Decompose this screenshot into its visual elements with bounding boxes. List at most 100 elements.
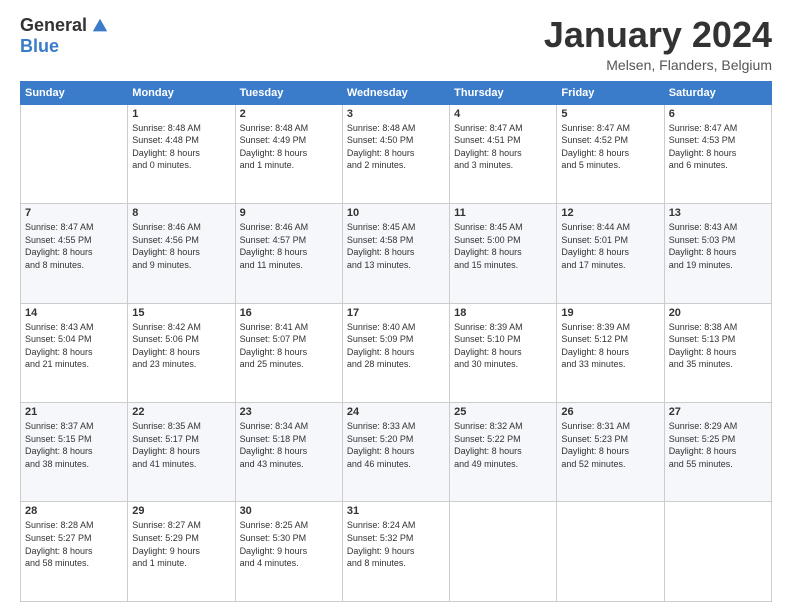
day-number: 25 [454,406,552,418]
logo-blue: Blue [20,36,59,57]
day-number: 13 [669,207,767,219]
day-info: Sunrise: 8:48 AM Sunset: 4:50 PM Dayligh… [347,122,445,172]
day-info: Sunrise: 8:25 AM Sunset: 5:30 PM Dayligh… [240,519,338,569]
day-header-saturday: Saturday [664,81,771,104]
day-info: Sunrise: 8:43 AM Sunset: 5:04 PM Dayligh… [25,321,123,371]
day-number: 4 [454,108,552,120]
calendar-cell: 3 Sunrise: 8:48 AM Sunset: 4:50 PM Daylig… [342,104,449,203]
calendar-cell: 25 Sunrise: 8:32 AM Sunset: 5:22 PM Dayli… [450,403,557,502]
day-number: 8 [132,207,230,219]
calendar-cell: 7 Sunrise: 8:47 AM Sunset: 4:55 PM Daylig… [21,204,128,303]
day-info: Sunrise: 8:40 AM Sunset: 5:09 PM Dayligh… [347,321,445,371]
day-number: 31 [347,505,445,517]
calendar-cell: 9 Sunrise: 8:46 AM Sunset: 4:57 PM Daylig… [235,204,342,303]
day-info: Sunrise: 8:35 AM Sunset: 5:17 PM Dayligh… [132,420,230,470]
day-info: Sunrise: 8:47 AM Sunset: 4:55 PM Dayligh… [25,221,123,271]
calendar-week-3: 14 Sunrise: 8:43 AM Sunset: 5:04 PM Dayli… [21,303,772,402]
header: General Blue January 2024 Melsen, Flande… [20,15,772,73]
day-info: Sunrise: 8:47 AM Sunset: 4:53 PM Dayligh… [669,122,767,172]
calendar-cell: 23 Sunrise: 8:34 AM Sunset: 5:18 PM Dayli… [235,403,342,502]
day-info: Sunrise: 8:34 AM Sunset: 5:18 PM Dayligh… [240,420,338,470]
day-info: Sunrise: 8:41 AM Sunset: 5:07 PM Dayligh… [240,321,338,371]
calendar-table: SundayMondayTuesdayWednesdayThursdayFrid… [20,81,772,602]
calendar-cell: 10 Sunrise: 8:45 AM Sunset: 4:58 PM Dayli… [342,204,449,303]
day-info: Sunrise: 8:45 AM Sunset: 4:58 PM Dayligh… [347,221,445,271]
day-number: 22 [132,406,230,418]
calendar-cell: 28 Sunrise: 8:28 AM Sunset: 5:27 PM Dayli… [21,502,128,602]
calendar-cell: 2 Sunrise: 8:48 AM Sunset: 4:49 PM Daylig… [235,104,342,203]
day-info: Sunrise: 8:45 AM Sunset: 5:00 PM Dayligh… [454,221,552,271]
day-info: Sunrise: 8:48 AM Sunset: 4:48 PM Dayligh… [132,122,230,172]
day-info: Sunrise: 8:46 AM Sunset: 4:57 PM Dayligh… [240,221,338,271]
day-info: Sunrise: 8:28 AM Sunset: 5:27 PM Dayligh… [25,519,123,569]
day-header-tuesday: Tuesday [235,81,342,104]
calendar-cell: 17 Sunrise: 8:40 AM Sunset: 5:09 PM Dayli… [342,303,449,402]
day-header-friday: Friday [557,81,664,104]
day-info: Sunrise: 8:46 AM Sunset: 4:56 PM Dayligh… [132,221,230,271]
day-info: Sunrise: 8:48 AM Sunset: 4:49 PM Dayligh… [240,122,338,172]
day-info: Sunrise: 8:29 AM Sunset: 5:25 PM Dayligh… [669,420,767,470]
day-number: 20 [669,307,767,319]
calendar-cell [557,502,664,602]
logo-general: General [20,15,87,36]
day-info: Sunrise: 8:44 AM Sunset: 5:01 PM Dayligh… [561,221,659,271]
calendar-cell: 16 Sunrise: 8:41 AM Sunset: 5:07 PM Dayli… [235,303,342,402]
day-number: 26 [561,406,659,418]
calendar-cell [664,502,771,602]
calendar-cell: 29 Sunrise: 8:27 AM Sunset: 5:29 PM Dayli… [128,502,235,602]
day-number: 19 [561,307,659,319]
day-number: 2 [240,108,338,120]
calendar-cell: 11 Sunrise: 8:45 AM Sunset: 5:00 PM Dayli… [450,204,557,303]
title-section: January 2024 Melsen, Flanders, Belgium [544,15,772,73]
calendar-cell: 1 Sunrise: 8:48 AM Sunset: 4:48 PM Daylig… [128,104,235,203]
day-number: 14 [25,307,123,319]
page: General Blue January 2024 Melsen, Flande… [0,0,792,612]
calendar-header-row: SundayMondayTuesdayWednesdayThursdayFrid… [21,81,772,104]
day-number: 11 [454,207,552,219]
day-header-wednesday: Wednesday [342,81,449,104]
day-number: 6 [669,108,767,120]
day-number: 15 [132,307,230,319]
day-number: 28 [25,505,123,517]
day-info: Sunrise: 8:47 AM Sunset: 4:52 PM Dayligh… [561,122,659,172]
day-number: 1 [132,108,230,120]
calendar-cell: 21Sunrise: 8:37 AM Sunset: 5:15 PM Dayli… [21,403,128,502]
calendar-cell: 5 Sunrise: 8:47 AM Sunset: 4:52 PM Daylig… [557,104,664,203]
day-number: 7 [25,207,123,219]
calendar-cell: 30 Sunrise: 8:25 AM Sunset: 5:30 PM Dayli… [235,502,342,602]
day-number: 29 [132,505,230,517]
day-number: 3 [347,108,445,120]
calendar-cell [21,104,128,203]
day-info: Sunrise: 8:32 AM Sunset: 5:22 PM Dayligh… [454,420,552,470]
day-number: 17 [347,307,445,319]
day-number: 5 [561,108,659,120]
calendar-week-2: 7 Sunrise: 8:47 AM Sunset: 4:55 PM Daylig… [21,204,772,303]
day-number: 23 [240,406,338,418]
calendar-cell: 13 Sunrise: 8:43 AM Sunset: 5:03 PM Dayli… [664,204,771,303]
day-number: 18 [454,307,552,319]
day-info: Sunrise: 8:43 AM Sunset: 5:03 PM Dayligh… [669,221,767,271]
calendar-week-4: 21Sunrise: 8:37 AM Sunset: 5:15 PM Dayli… [21,403,772,502]
day-number: 16 [240,307,338,319]
calendar-cell: 20Sunrise: 8:38 AM Sunset: 5:13 PM Dayli… [664,303,771,402]
day-info: Sunrise: 8:47 AM Sunset: 4:51 PM Dayligh… [454,122,552,172]
calendar-cell [450,502,557,602]
calendar-cell: 6 Sunrise: 8:47 AM Sunset: 4:53 PM Daylig… [664,104,771,203]
day-info: Sunrise: 8:42 AM Sunset: 5:06 PM Dayligh… [132,321,230,371]
calendar-cell: 31 Sunrise: 8:24 AM Sunset: 5:32 PM Dayli… [342,502,449,602]
day-number: 30 [240,505,338,517]
day-info: Sunrise: 8:24 AM Sunset: 5:32 PM Dayligh… [347,519,445,569]
day-info: Sunrise: 8:27 AM Sunset: 5:29 PM Dayligh… [132,519,230,569]
calendar-cell: 15 Sunrise: 8:42 AM Sunset: 5:06 PM Dayli… [128,303,235,402]
subtitle: Melsen, Flanders, Belgium [544,57,772,73]
day-info: Sunrise: 8:33 AM Sunset: 5:20 PM Dayligh… [347,420,445,470]
day-number: 12 [561,207,659,219]
day-number: 9 [240,207,338,219]
logo-icon [91,17,109,35]
calendar-cell: 14 Sunrise: 8:43 AM Sunset: 5:04 PM Dayli… [21,303,128,402]
calendar-cell: 26Sunrise: 8:31 AM Sunset: 5:23 PM Dayli… [557,403,664,502]
day-number: 10 [347,207,445,219]
calendar-cell: 4 Sunrise: 8:47 AM Sunset: 4:51 PM Daylig… [450,104,557,203]
calendar-cell: 22 Sunrise: 8:35 AM Sunset: 5:17 PM Dayli… [128,403,235,502]
logo: General Blue [20,15,109,57]
